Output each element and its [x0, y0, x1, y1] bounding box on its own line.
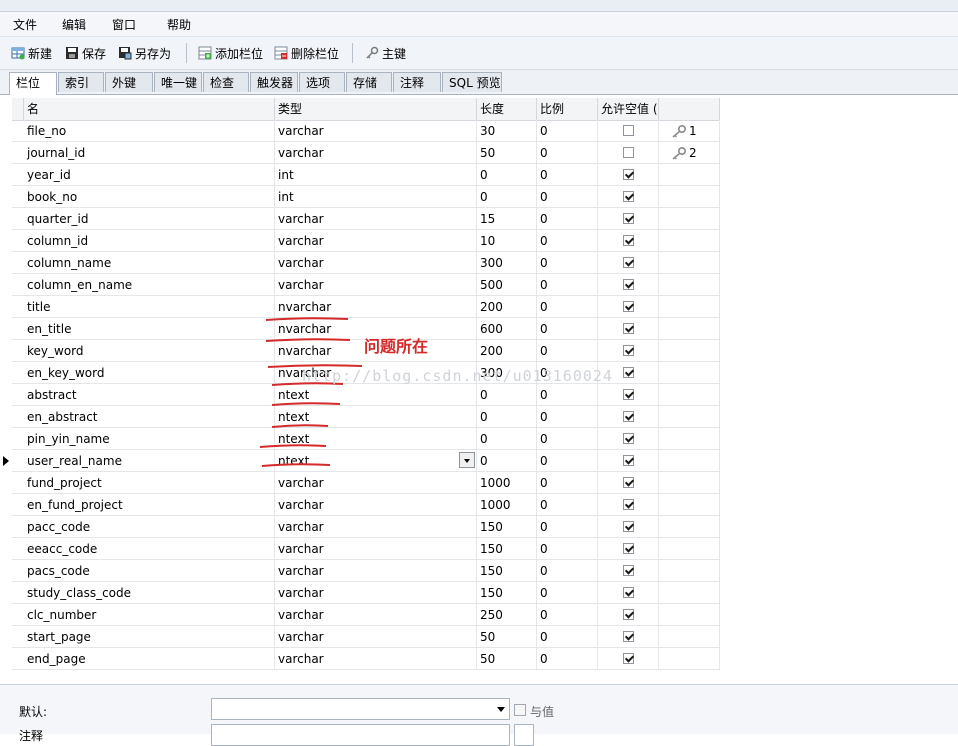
- save-icon: [65, 46, 79, 60]
- window-title-strip: [0, 0, 958, 12]
- tab-sql-preview[interactable]: SQL 预览: [442, 72, 502, 92]
- tab-comment[interactable]: 注释: [393, 72, 441, 92]
- save-as-button[interactable]: 另存为: [118, 44, 171, 62]
- tab-foreign-keys[interactable]: 外键: [105, 72, 153, 92]
- comment-label: 注释: [19, 729, 44, 743]
- add-column-icon: [198, 46, 212, 60]
- default-label: 默认:: [19, 705, 48, 719]
- field-properties-panel: 默认: 与值 注释: [0, 684, 958, 746]
- new-table-icon: [11, 46, 25, 60]
- save-button[interactable]: 保存: [65, 44, 106, 62]
- add-column-label: 添加栏位: [215, 46, 264, 61]
- default-value-combo[interactable]: [211, 698, 510, 720]
- with-value-checkbox[interactable]: [514, 704, 526, 716]
- tab-triggers[interactable]: 触发器: [250, 72, 298, 92]
- tab-indexes[interactable]: 索引: [58, 72, 104, 92]
- toolbar: 新建 保存 另存为 添加栏位 删除栏位 主键: [0, 37, 958, 70]
- tab-fields[interactable]: 栏位: [9, 72, 57, 95]
- save-button-label: 保存: [82, 46, 107, 61]
- comment-field[interactable]: [211, 724, 510, 746]
- red-annotation-underlines: [259, 317, 363, 467]
- tab-checks[interactable]: 检查: [203, 72, 249, 92]
- save-as-button-label: 另存为: [135, 46, 172, 61]
- key-icon: [365, 46, 379, 60]
- fields-grid-area: 名 类型 长度 比例 允许空值 ( file_no varchar 30 0 1 jour…: [0, 95, 958, 683]
- add-column-button[interactable]: 添加栏位: [198, 44, 263, 62]
- tab-storage[interactable]: 存储: [346, 72, 392, 92]
- primary-key-button[interactable]: 主键: [365, 44, 406, 62]
- toolbar-separator: [352, 43, 353, 63]
- primary-key-label: 主键: [382, 46, 407, 61]
- delete-column-button[interactable]: 删除栏位: [274, 44, 339, 62]
- save-as-icon: [118, 46, 132, 60]
- menu-bar: 文件 编辑 窗口 帮助: [0, 12, 958, 37]
- delete-column-icon: [274, 46, 288, 60]
- delete-column-label: 删除栏位: [291, 46, 340, 61]
- new-button[interactable]: 新建: [11, 44, 52, 62]
- tab-unique-keys[interactable]: 唯一键: [154, 72, 202, 92]
- toolbar-separator: [186, 43, 187, 63]
- with-value-label: 与值: [530, 705, 555, 719]
- tab-options[interactable]: 选项: [299, 72, 345, 92]
- tab-strip: 栏位 索引 外键 唯一键 检查 触发器 选项 存储 注释 SQL 预览: [0, 70, 958, 95]
- annotation-text: 问题所在: [364, 337, 429, 356]
- menu-window[interactable]: 窗口: [112, 16, 136, 33]
- comment-expand-button[interactable]: [514, 724, 534, 746]
- menu-file[interactable]: 文件: [13, 16, 37, 33]
- new-button-label: 新建: [28, 46, 53, 61]
- menu-help[interactable]: 帮助: [167, 16, 191, 33]
- menu-edit[interactable]: 编辑: [62, 16, 86, 33]
- chevron-down-icon[interactable]: [497, 707, 505, 712]
